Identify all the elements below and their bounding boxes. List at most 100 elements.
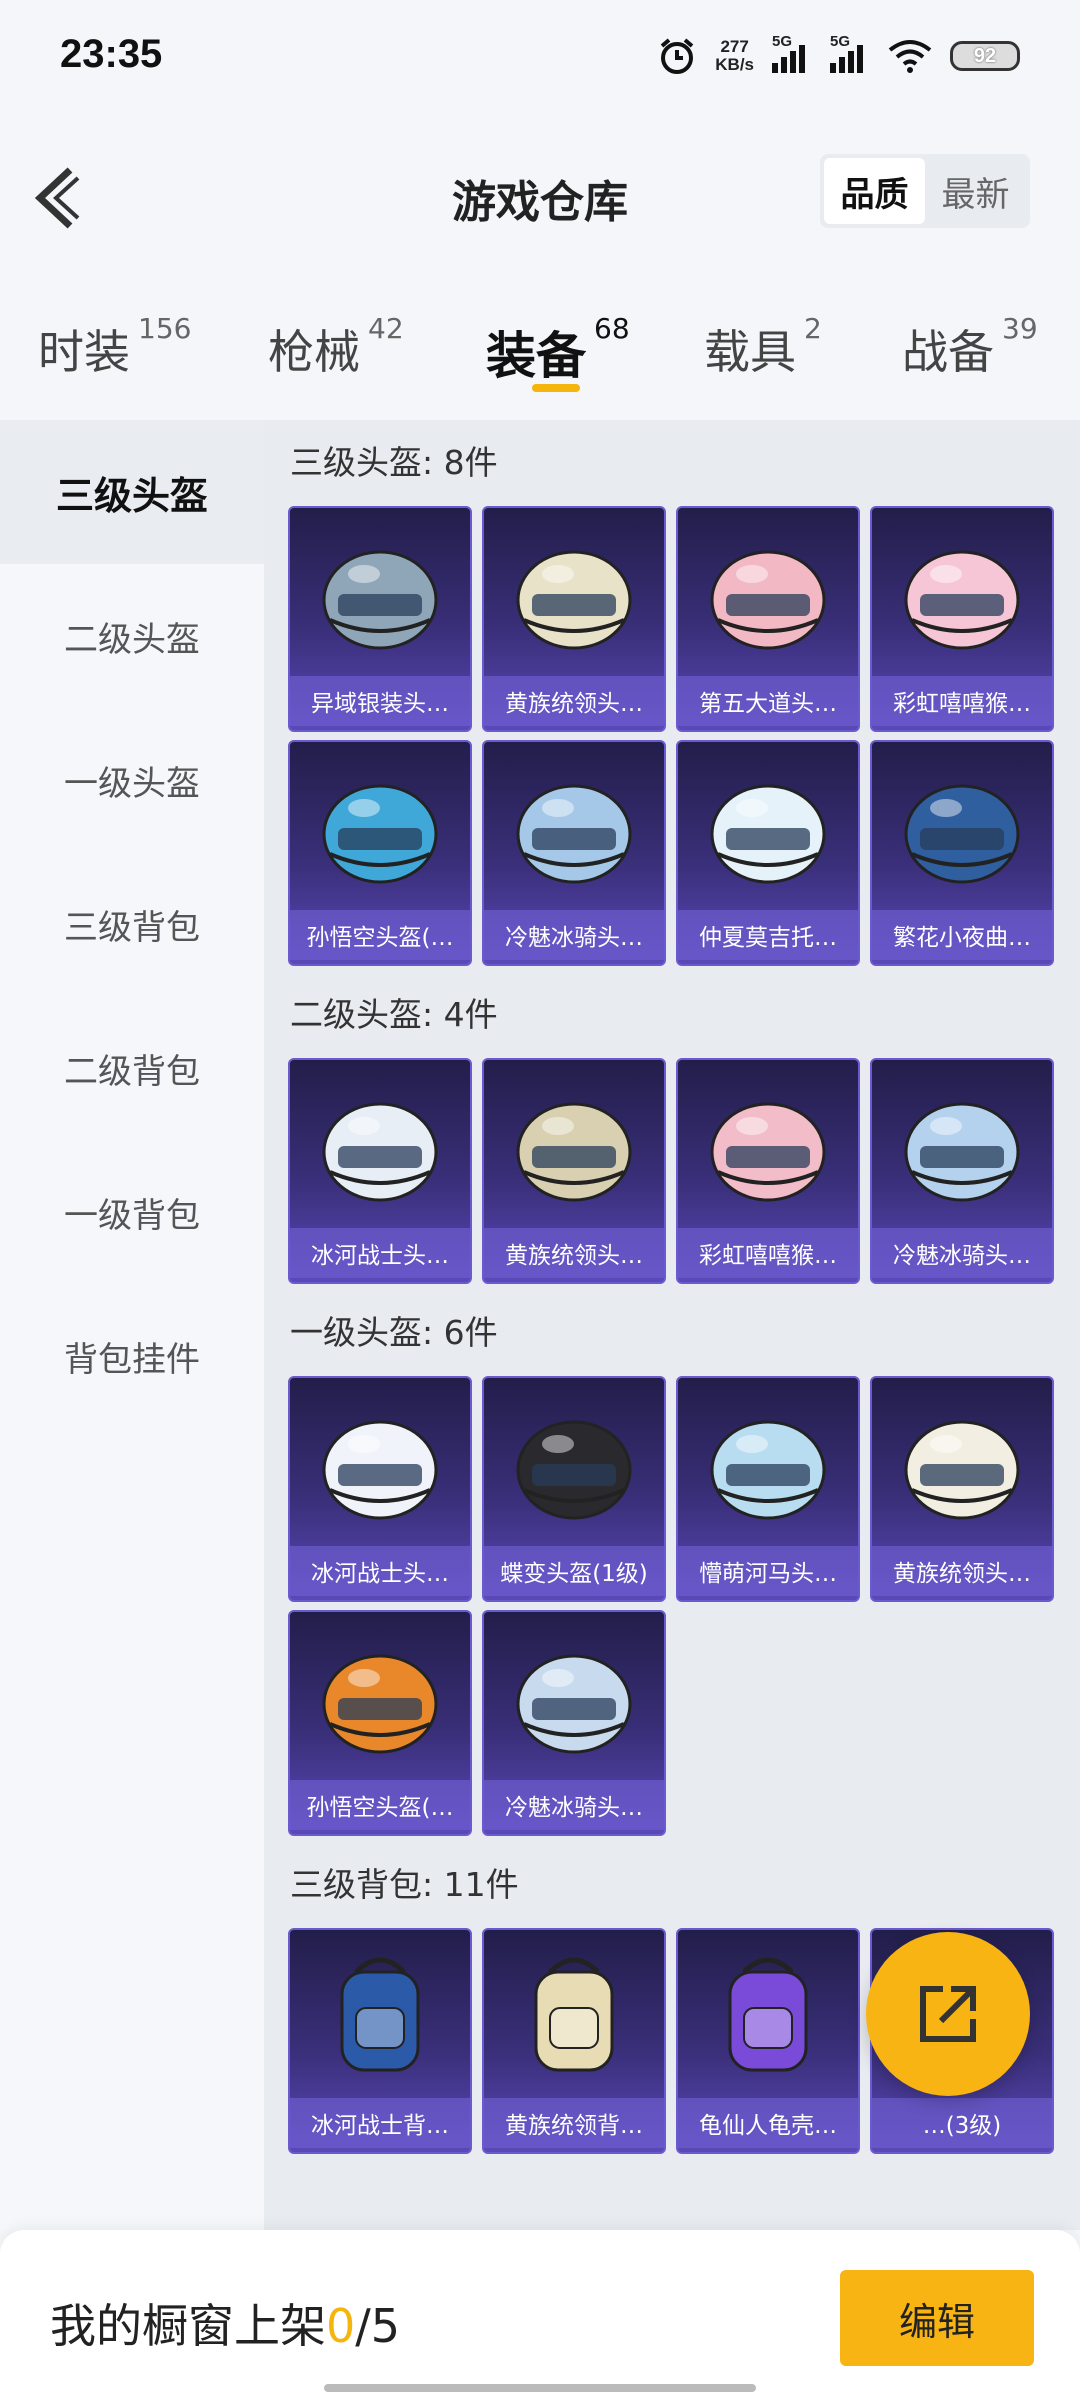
item-card[interactable]: 繁花小夜曲… xyxy=(870,740,1054,966)
section-title: 三级背包: 11件 xyxy=(290,1865,519,1904)
signal-icon-sim1: 5G xyxy=(772,33,812,73)
item-name: 黄族统领背… xyxy=(484,2098,664,2148)
sort-option-newest[interactable]: 最新 xyxy=(925,158,1026,224)
home-indicator[interactable] xyxy=(324,2384,756,2392)
item-card[interactable]: 彩虹嘻嘻猴… xyxy=(676,1058,860,1284)
sidebar-item-level2-backpack[interactable]: 二级背包 xyxy=(0,996,264,1140)
status-bar: 23:35 277 KB/s 5G 5G 92 xyxy=(0,0,1080,108)
level3-helmet-blue-orange-icon xyxy=(322,784,438,884)
section-title: 一级头盔: 6件 xyxy=(290,1313,498,1352)
item-card[interactable]: 黄族统领头… xyxy=(870,1376,1054,1602)
level3-helmet-silver-icon xyxy=(322,550,438,650)
sort-option-quality[interactable]: 品质 xyxy=(824,158,925,224)
level3-helmet-blue-gold-icon xyxy=(904,784,1020,884)
battery-icon: 92 xyxy=(950,41,1020,71)
level2-helmet-gold-black-icon xyxy=(516,1102,632,1202)
level3-helmet-pink-beanie-icon xyxy=(904,550,1020,650)
item-name: 冷魅冰骑头… xyxy=(484,1780,664,1830)
item-name: 冷魅冰骑头… xyxy=(484,910,664,960)
item-name: 异域银装头… xyxy=(290,676,470,726)
sidebar: 三级头盔 二级头盔 一级头盔 三级背包 二级背包 一级背包 背包挂件 xyxy=(0,420,264,2230)
bottom-bar: 我的橱窗上架0/5 编辑 xyxy=(0,2230,1080,2400)
item-card[interactable]: 冰河战士头… xyxy=(288,1376,472,1602)
level3-backpack-turtle-shell-icon xyxy=(728,1957,808,2072)
item-name: 第五大道头… xyxy=(678,676,858,726)
level3-helmet-pink-plaid-icon xyxy=(710,550,826,650)
level1-helmet-black-icon xyxy=(516,1420,632,1520)
item-card[interactable]: 异域银装头… xyxy=(288,506,472,732)
status-icons: 277 KB/s 5G 5G 92 xyxy=(657,33,1020,78)
active-tab-indicator xyxy=(532,384,580,392)
item-name: 懵萌河马头… xyxy=(678,1546,858,1596)
item-name: 黄族统领头… xyxy=(872,1546,1052,1596)
level2-helmet-white-blue-icon xyxy=(322,1102,438,1202)
header: 游戏仓库 品质 最新 xyxy=(0,108,1080,288)
sort-toggle[interactable]: 品质 最新 xyxy=(820,154,1030,228)
item-card[interactable]: 懵萌河马头… xyxy=(676,1376,860,1602)
level3-backpack-blue-white-icon xyxy=(340,1957,420,2072)
item-card[interactable]: 仲夏莫吉托… xyxy=(676,740,860,966)
item-name: 繁花小夜曲… xyxy=(872,910,1052,960)
sidebar-item-level2-helmet[interactable]: 二级头盔 xyxy=(0,564,264,708)
item-card[interactable]: 冷魅冰骑头… xyxy=(870,1058,1054,1284)
tab-guns[interactable]: 枪械 42 xyxy=(268,312,404,382)
tab-vehicles[interactable]: 载具 2 xyxy=(704,312,822,382)
alarm-icon xyxy=(660,38,694,74)
level2-helmet-pink-icon xyxy=(710,1102,826,1202)
sidebar-item-backpack-charm[interactable]: 背包挂件 xyxy=(0,1284,264,1428)
item-name: 孙悟空头盔(… xyxy=(290,1780,470,1830)
item-name: 冰河战士头… xyxy=(290,1228,470,1278)
item-name: 冰河战士头… xyxy=(290,1546,470,1596)
sidebar-item-level3-backpack[interactable]: 三级背包 xyxy=(0,852,264,996)
item-card[interactable]: 黄族统领头… xyxy=(482,506,666,732)
level3-helmet-gold-white-icon xyxy=(516,550,632,650)
level3-helmet-white-bow-icon xyxy=(710,784,826,884)
item-name: 孙悟空头盔(… xyxy=(290,910,470,960)
level1-helmet-silver-blue-icon xyxy=(516,1654,632,1754)
net-speed: 277 KB/s xyxy=(715,37,754,74)
item-name: 蝶变头盔(1级) xyxy=(484,1546,664,1596)
item-card[interactable]: 蝶变头盔(1级) xyxy=(482,1376,666,1602)
item-name: 龟仙人龟壳… xyxy=(678,2098,858,2148)
sidebar-item-level1-backpack[interactable]: 一级背包 xyxy=(0,1140,264,1284)
category-tabs: 时装 156 枪械 42 装备 68 载具 2 战备 39 xyxy=(0,288,1080,420)
item-name: 黄族统领头… xyxy=(484,676,664,726)
level3-helmet-ice-knight-icon xyxy=(516,784,632,884)
item-card[interactable]: 冷魅冰骑头… xyxy=(482,740,666,966)
section-title: 三级头盔: 8件 xyxy=(290,443,498,482)
level1-helmet-light-blue-icon xyxy=(710,1420,826,1520)
item-card[interactable]: 冰河战士背… xyxy=(288,1928,472,2154)
item-card[interactable]: 第五大道头… xyxy=(676,506,860,732)
item-card[interactable]: 孙悟空头盔(… xyxy=(288,1610,472,1836)
status-time: 23:35 xyxy=(60,32,163,76)
item-card[interactable]: 孙悟空头盔(… xyxy=(288,740,472,966)
section-title: 二级头盔: 4件 xyxy=(290,995,498,1034)
level3-backpack-gold-white-icon xyxy=(534,1957,614,2072)
share-external-icon xyxy=(920,1986,976,2042)
wifi-icon xyxy=(888,40,932,73)
tab-combat-gear[interactable]: 战备 39 xyxy=(902,312,1038,382)
item-card[interactable]: 龟仙人龟壳… xyxy=(676,1928,860,2154)
item-name: 黄族统领头… xyxy=(484,1228,664,1278)
shelf-status: 我的橱窗上架0/5 xyxy=(50,2299,401,2353)
item-card[interactable]: 冰河战士头… xyxy=(288,1058,472,1284)
level2-helmet-ice-icon xyxy=(904,1102,1020,1202)
sidebar-item-level1-helmet[interactable]: 一级头盔 xyxy=(0,708,264,852)
level1-helmet-white-blue-icon xyxy=(322,1420,438,1520)
item-card[interactable]: 黄族统领头… xyxy=(482,1058,666,1284)
level1-helmet-white-gold-icon xyxy=(904,1420,1020,1520)
item-card[interactable]: 黄族统领背… xyxy=(482,1928,666,2154)
edit-button[interactable]: 编辑 xyxy=(840,2270,1034,2366)
tab-equipment[interactable]: 装备 68 xyxy=(486,312,630,388)
item-card[interactable]: 彩虹嘻嘻猴… xyxy=(870,506,1054,732)
item-name: 冰河战士背… xyxy=(290,2098,470,2148)
item-name: 彩虹嘻嘻猴… xyxy=(872,676,1052,726)
item-name: …(3级) xyxy=(872,2098,1052,2148)
tab-fashion[interactable]: 时装 156 xyxy=(38,312,191,382)
item-card[interactable]: 冷魅冰骑头… xyxy=(482,1610,666,1836)
level1-helmet-orange-black-icon xyxy=(322,1654,438,1754)
signal-icon-sim2: 5G xyxy=(830,33,870,73)
share-button[interactable] xyxy=(866,1932,1030,2096)
sidebar-item-level3-helmet[interactable]: 三级头盔 xyxy=(0,420,264,564)
item-name: 仲夏莫吉托… xyxy=(678,910,858,960)
